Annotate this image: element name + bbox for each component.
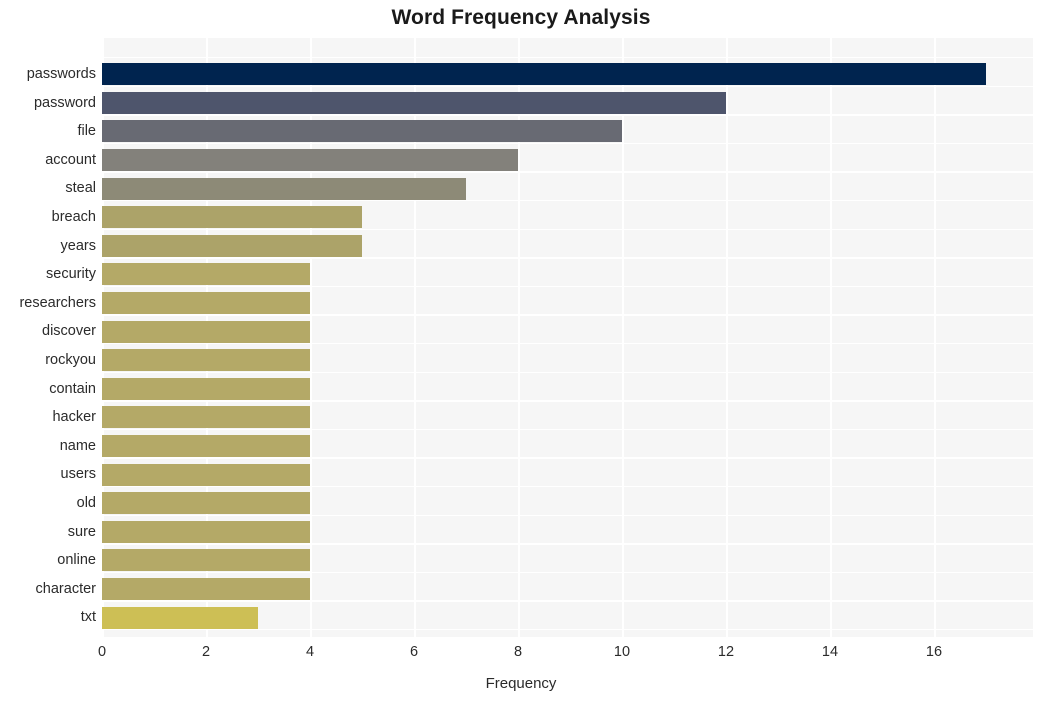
bar-character[interactable]	[102, 578, 310, 601]
bar-row	[102, 232, 1033, 261]
bar-row	[102, 117, 1033, 146]
bar-file[interactable]	[102, 120, 622, 143]
y-tick-label-researchers: researchers	[19, 294, 96, 311]
y-tick-label-hacker: hacker	[52, 409, 96, 426]
y-tick-label-password: password	[33, 94, 96, 111]
y-tick-label-discover: discover	[42, 323, 96, 340]
bar-row	[102, 289, 1033, 318]
bar-discover[interactable]	[102, 320, 310, 343]
bar-row	[102, 203, 1033, 232]
y-tick-label-users: users	[60, 466, 96, 483]
bar-row	[102, 174, 1033, 203]
y-axis-tick-labels: passwords password file account steal breach y…	[0, 38, 96, 637]
bar-hacker[interactable]	[102, 406, 310, 429]
bar-row	[102, 346, 1033, 375]
y-tick-label-account: account	[45, 151, 96, 168]
bar-row	[102, 546, 1033, 575]
bar-contain[interactable]	[102, 377, 310, 400]
y-tick-label-steal: steal	[65, 180, 96, 197]
y-tick-label-rockyou: rockyou	[45, 352, 96, 368]
y-tick-label-file: file	[77, 123, 96, 140]
bar-row	[102, 518, 1033, 547]
y-tick-label-breach: breach	[51, 209, 96, 225]
plot-area	[102, 38, 1033, 637]
bar-sure[interactable]	[102, 520, 310, 543]
bar-row	[102, 260, 1033, 289]
y-tick-label-character: character	[35, 580, 96, 597]
y-tick-label-security: security	[46, 266, 96, 283]
x-tick-label-0: 0	[97, 644, 107, 660]
y-tick-label-passwords: passwords	[26, 66, 96, 82]
bar-account[interactable]	[102, 149, 518, 172]
y-tick-label-contain: contain	[49, 380, 96, 397]
y-tick-label-online: online	[57, 552, 96, 569]
chart-figure: Word Frequency Analysis passwords passwor…	[0, 0, 1042, 701]
bar-old[interactable]	[102, 492, 310, 515]
x-tick-label-2: 2	[201, 644, 211, 660]
bar-breach[interactable]	[102, 206, 362, 229]
bar-steal[interactable]	[102, 177, 466, 200]
bar-row	[102, 489, 1033, 518]
bar-password[interactable]	[102, 91, 726, 114]
y-tick-label-old: old	[76, 495, 96, 511]
bar-row	[102, 432, 1033, 461]
bar-row	[102, 89, 1033, 118]
bar-security[interactable]	[102, 263, 310, 286]
bar-users[interactable]	[102, 463, 310, 486]
bar-row	[102, 603, 1033, 632]
bar-row	[102, 460, 1033, 489]
x-tick-label-16: 16	[925, 644, 943, 660]
bar-row	[102, 375, 1033, 404]
bar-rockyou[interactable]	[102, 349, 310, 372]
bar-online[interactable]	[102, 549, 310, 572]
x-axis-tick-labels: 0 2 4 6 8 10 12 14 16	[0, 645, 1042, 667]
bar-row	[102, 403, 1033, 432]
y-tick-label-sure: sure	[67, 523, 96, 540]
x-tick-label-10: 10	[613, 644, 631, 660]
x-tick-label-14: 14	[821, 644, 839, 660]
horizontal-gridline	[102, 57, 1033, 59]
page-title: Word Frequency Analysis	[391, 6, 651, 29]
bar-row	[102, 146, 1033, 175]
x-tick-label-12: 12	[717, 644, 735, 660]
y-tick-label-name: name	[59, 437, 96, 454]
bar-row	[102, 575, 1033, 604]
bar-row	[102, 317, 1033, 346]
bar-years[interactable]	[102, 234, 362, 257]
bar-row	[102, 60, 1033, 89]
x-tick-label-4: 4	[305, 644, 315, 660]
bar-researchers[interactable]	[102, 292, 310, 315]
bar-name[interactable]	[102, 435, 310, 458]
y-tick-label-years: years	[60, 237, 96, 254]
x-axis-label: Frequency	[485, 675, 557, 692]
bar-passwords[interactable]	[102, 63, 986, 86]
bar-txt[interactable]	[102, 606, 258, 629]
y-tick-label-txt: txt	[80, 609, 96, 626]
x-tick-label-6: 6	[409, 644, 419, 660]
x-tick-label-8: 8	[513, 644, 523, 660]
